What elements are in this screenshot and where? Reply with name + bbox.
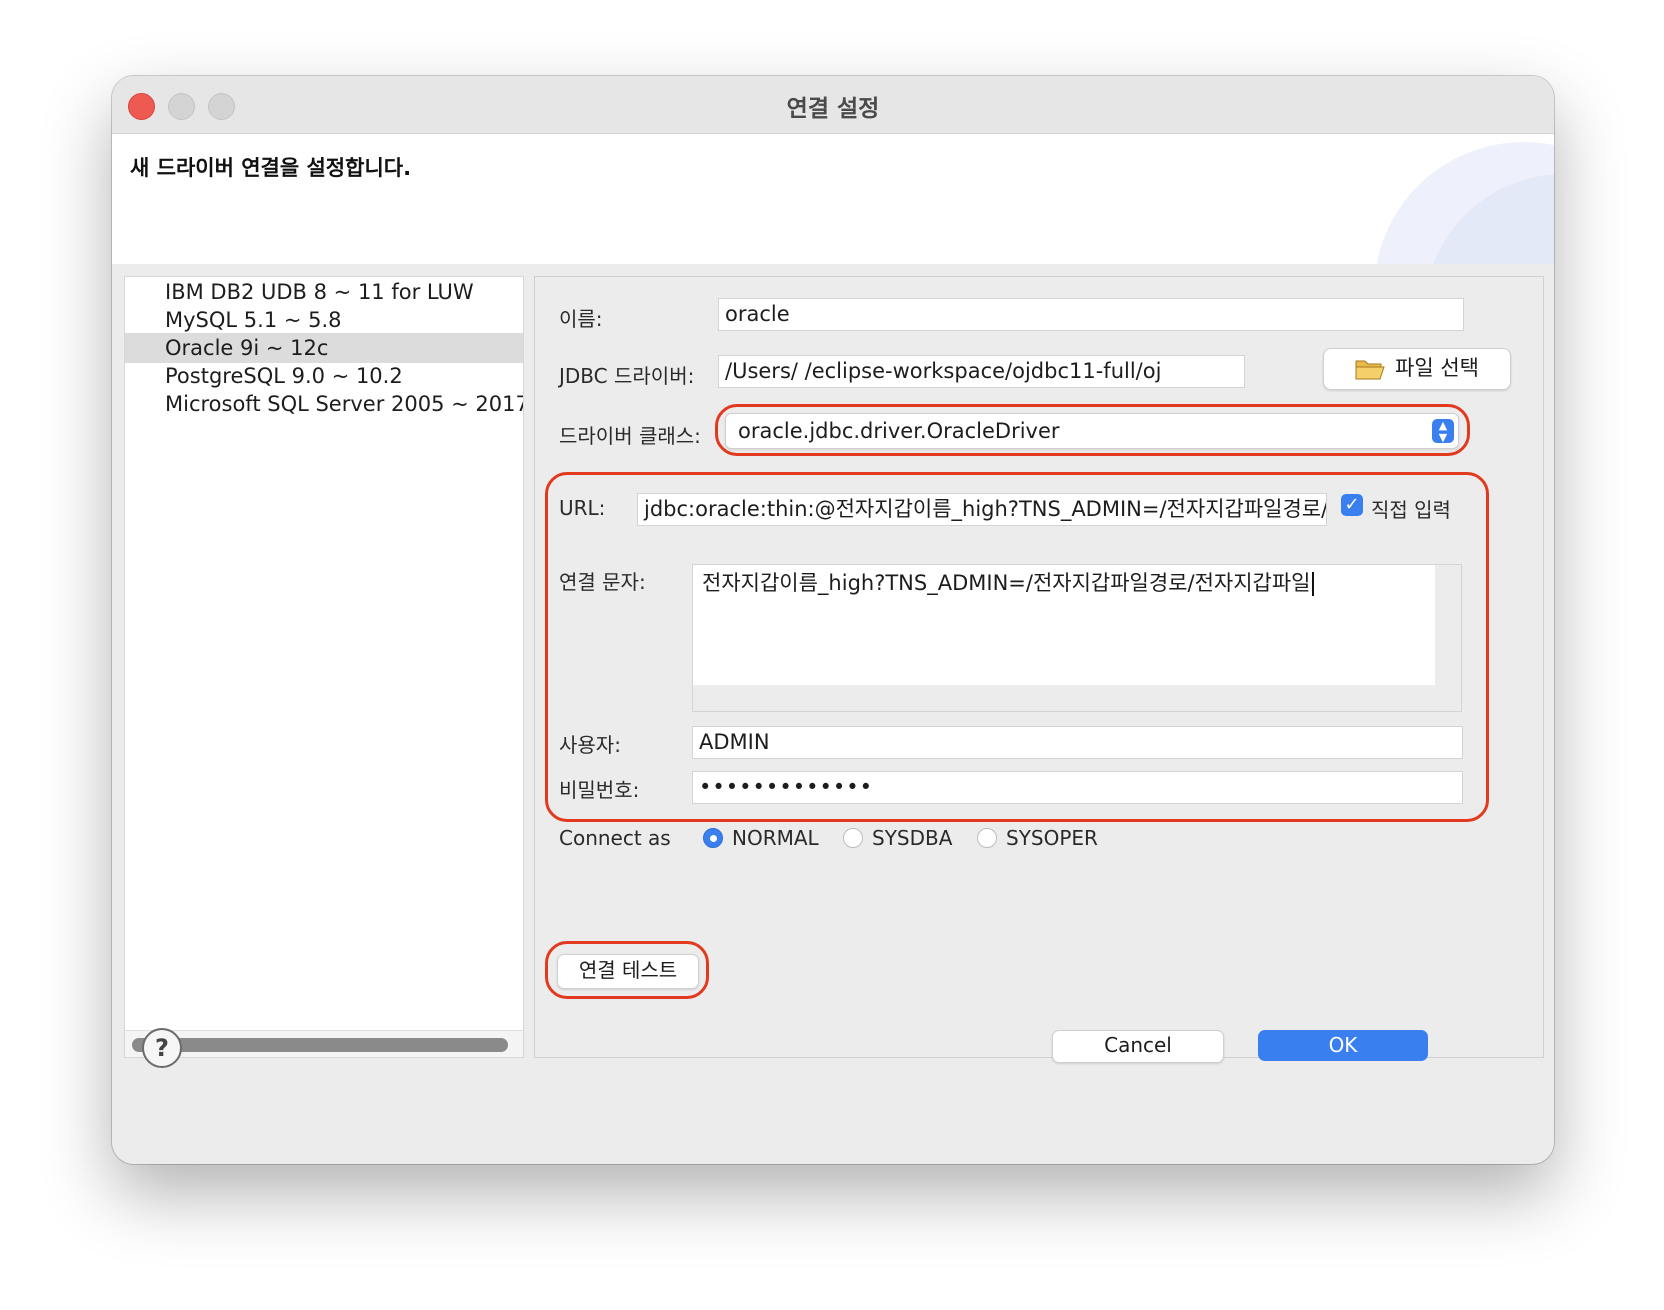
checkmark-icon: ✓: [1344, 494, 1360, 515]
driver-item-oracle[interactable]: Oracle 9i ~ 12c: [125, 333, 523, 363]
connection-string-content[interactable]: 전자지갑이름_high?TNS_ADMIN=/전자지갑파일경로/전자지갑파일: [693, 565, 1435, 685]
radio-normal-label: NORMAL: [732, 826, 819, 850]
radio-sysdba[interactable]: [843, 828, 863, 848]
connection-settings-window: 연결 설정 새 드라이버 연결을 설정합니다. IBM DB2 UDB 8 ~ …: [112, 76, 1554, 1164]
jdbc-driver-input[interactable]: /Users/ /eclipse-workspace/ojdbc11-full/…: [718, 355, 1245, 388]
horizontal-scrollbar[interactable]: [125, 1030, 523, 1057]
driver-item-postgresql[interactable]: PostgreSQL 9.0 ~ 10.2: [125, 361, 523, 391]
window-title: 연결 설정: [786, 96, 880, 122]
radio-sysoper[interactable]: [977, 828, 997, 848]
driver-class-label: 드라이버 클래스:: [559, 424, 701, 448]
user-label: 사용자:: [559, 733, 621, 757]
name-label: 이름:: [559, 307, 603, 331]
radio-normal[interactable]: [703, 828, 723, 848]
connection-string-textarea[interactable]: 전자지갑이름_high?TNS_ADMIN=/전자지갑파일경로/전자지갑파일: [692, 564, 1462, 712]
url-label: URL:: [559, 496, 606, 520]
scrollbar-thumb[interactable]: [132, 1038, 508, 1052]
user-input[interactable]: ADMIN: [692, 726, 1463, 759]
driver-class-select[interactable]: oracle.jdbc.driver.OracleDriver ▲ ▼: [725, 413, 1459, 449]
test-connection-button[interactable]: 연결 테스트: [557, 954, 699, 989]
driver-item-db2[interactable]: IBM DB2 UDB 8 ~ 11 for LUW: [125, 277, 523, 307]
driver-item-sqlserver[interactable]: Microsoft SQL Server 2005 ~ 2017: [125, 389, 523, 419]
jdbc-driver-label: JDBC 드라이버:: [559, 364, 695, 388]
connection-string-label: 연결 문자:: [559, 570, 646, 594]
radio-sysoper-label: SYSOPER: [1006, 826, 1098, 850]
folder-icon: [1355, 360, 1385, 380]
text-caret: [1311, 572, 1314, 596]
driver-list[interactable]: IBM DB2 UDB 8 ~ 11 for LUW MySQL 5.1 ~ 5…: [124, 276, 524, 1058]
name-input[interactable]: oracle: [718, 298, 1464, 331]
connection-string-text: 전자지갑이름_high?TNS_ADMIN=/전자지갑파일경로/전자지갑파일: [702, 567, 1314, 597]
driver-class-value: oracle.jdbc.driver.OracleDriver: [738, 419, 1060, 443]
direct-input-label: 직접 입력: [1371, 498, 1451, 522]
banner-message: 새 드라이버 연결을 설정합니다.: [130, 156, 412, 180]
url-input[interactable]: jdbc:oracle:thin:@전자지갑이름_high?TNS_ADMIN=…: [637, 493, 1327, 526]
file-select-button[interactable]: 파일 선택: [1323, 348, 1511, 390]
file-select-label: 파일 선택: [1395, 356, 1479, 380]
updown-chevron-icon: ▲ ▼: [1432, 419, 1454, 443]
radio-sysdba-label: SYSDBA: [872, 826, 953, 850]
header-banner: 새 드라이버 연결을 설정합니다.: [112, 134, 1554, 264]
connect-as-label: Connect as: [559, 826, 671, 850]
driver-item-mysql[interactable]: MySQL 5.1 ~ 5.8: [125, 305, 523, 335]
ok-button[interactable]: OK: [1258, 1030, 1428, 1061]
password-label: 비밀번호:: [559, 778, 640, 802]
help-icon[interactable]: ?: [142, 1028, 182, 1068]
direct-input-checkbox[interactable]: ✓: [1341, 494, 1363, 516]
password-input[interactable]: •••••••••••••: [692, 771, 1463, 804]
cancel-button[interactable]: Cancel: [1052, 1030, 1224, 1063]
title-bar: 연결 설정: [112, 76, 1554, 134]
connection-form: 이름: oracle JDBC 드라이버: /Users/ /eclipse-w…: [534, 276, 1544, 1058]
